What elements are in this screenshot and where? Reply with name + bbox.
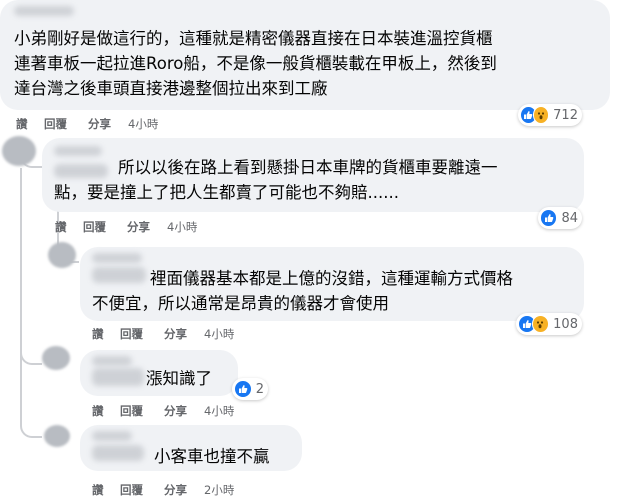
like-button[interactable]: 讚	[92, 403, 104, 419]
share-button[interactable]: 分享	[88, 116, 111, 132]
reply-button[interactable]: 回覆	[83, 219, 106, 235]
reaction-count: 84	[561, 210, 578, 226]
wow-icon	[532, 106, 550, 124]
comment-bubble-1: 小弟剛好是做這行的，這種就是精密儀器直接在日本裝進溫控貨櫃 連著車板一起拉進Ro…	[0, 0, 610, 110]
commenter-name-redacted	[54, 146, 102, 156]
like-button[interactable]: 讚	[92, 482, 104, 498]
timestamp[interactable]: 4小時	[167, 219, 197, 235]
comment-bubble-3: 裡面儀器基本都是上億的沒錯，這種運輸方式價格 不便宜，所以通常是昂貴的儀器才會使…	[80, 247, 584, 321]
like-button[interactable]: 讚	[92, 326, 104, 342]
share-button[interactable]: 分享	[164, 403, 187, 419]
commenter-name-redacted	[92, 253, 142, 263]
comment-bubble-2: 所以以後在路上看到懸掛日本車牌的貨櫃車要離遠一 點，要是撞上了把人生都賣了可能也…	[42, 138, 584, 212]
avatar[interactable]	[2, 136, 36, 166]
avatar[interactable]	[42, 346, 70, 370]
commenter-name-redacted	[14, 6, 74, 16]
share-button[interactable]: 分享	[127, 219, 150, 235]
comment-line: 所以以後在路上看到懸掛日本車牌的貨櫃車要離遠一	[118, 158, 498, 177]
like-button[interactable]: 讚	[16, 116, 28, 132]
avatar[interactable]	[44, 425, 70, 447]
reply-button[interactable]: 回覆	[120, 326, 143, 342]
timestamp[interactable]: 2小時	[204, 482, 234, 498]
comment-line: 小客車也撞不贏	[154, 447, 270, 466]
reaction-summary[interactable]: 2	[232, 378, 268, 400]
reaction-summary[interactable]: 108	[516, 313, 582, 335]
reply-button[interactable]: 回覆	[44, 116, 67, 132]
comment-line: 漲知識了	[146, 369, 212, 388]
thread-connector	[20, 345, 42, 365]
share-button[interactable]: 分享	[164, 326, 187, 342]
reaction-summary[interactable]: 84	[538, 207, 582, 229]
reaction-summary[interactable]: 712	[518, 104, 582, 126]
thread-line	[20, 168, 22, 423]
comment-bubble-5: 小客車也撞不贏	[80, 425, 302, 471]
commenter-name-redacted	[92, 267, 146, 283]
like-button[interactable]: 讚	[55, 219, 67, 235]
timestamp[interactable]: 4小時	[204, 403, 234, 419]
commenter-name-redacted	[54, 164, 108, 178]
comment-line: 小弟剛好是做這行的，這種就是精密儀器直接在日本裝進溫控貨櫃	[14, 29, 493, 48]
comment-line: 達台灣之後車頭直接港邊整個拉出來到工廠	[14, 79, 328, 98]
reaction-count: 712	[553, 107, 578, 123]
comment-bubble-4: 漲知識了	[80, 350, 238, 396]
commenter-name-redacted	[92, 368, 144, 386]
reply-button[interactable]: 回覆	[120, 403, 143, 419]
commenter-name-redacted	[92, 356, 132, 366]
timestamp[interactable]: 4小時	[204, 326, 234, 342]
commenter-name-redacted	[92, 431, 132, 441]
comment-line: 點，要是撞上了把人生都賣了可能也不夠賠......	[54, 183, 399, 202]
thread-connector	[20, 418, 42, 438]
comment-line: 連著車板一起拉進Roro船，不是像一般貨櫃裝載在甲板上，然後到	[14, 54, 497, 73]
like-icon	[234, 380, 252, 398]
reaction-count: 108	[553, 316, 578, 332]
timestamp[interactable]: 4小時	[128, 116, 158, 132]
comment-line: 不便宜，所以通常是昂貴的儀器才會使用	[92, 294, 389, 313]
wow-icon	[531, 315, 550, 333]
reaction-count: 2	[255, 381, 264, 397]
like-icon	[540, 209, 558, 227]
commenter-name-redacted	[92, 445, 144, 461]
reply-button[interactable]: 回覆	[120, 482, 143, 498]
avatar[interactable]	[48, 242, 76, 268]
share-button[interactable]: 分享	[164, 482, 187, 498]
comment-line: 裡面儀器基本都是上億的沒錯，這種運輸方式價格	[150, 269, 513, 288]
